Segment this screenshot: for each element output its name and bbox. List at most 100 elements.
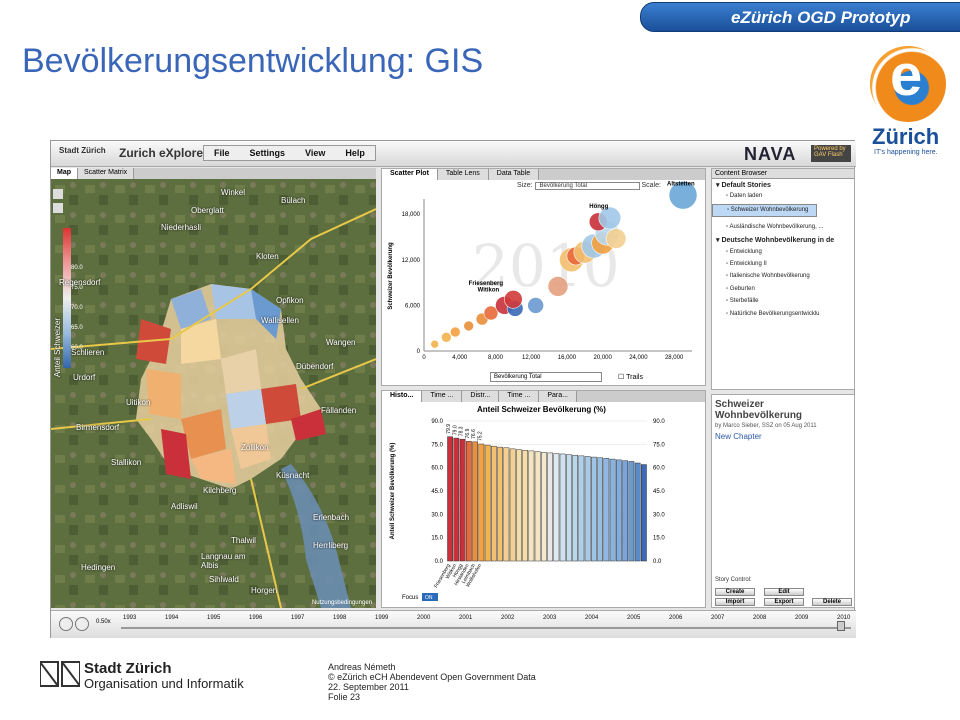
y-tick-label: 30.0: [431, 512, 443, 518]
y-tick-label: 45.0: [431, 489, 443, 495]
timeline-year[interactable]: 2004: [585, 615, 598, 621]
trails-label: Trails: [626, 374, 643, 381]
timeline-year[interactable]: 2003: [543, 615, 556, 621]
histogram-bar: [578, 455, 585, 562]
forward-icon[interactable]: [75, 617, 89, 631]
story-item[interactable]: ▾ Default Stories: [712, 179, 854, 191]
district-shape[interactable]: [226, 389, 266, 429]
map-label: Oberglatt: [191, 206, 224, 215]
y-tick-label: 60.0: [431, 466, 443, 472]
tab-data-table[interactable]: Data Table: [488, 169, 540, 180]
district-shape[interactable]: [146, 369, 181, 419]
timeline-year[interactable]: 1996: [249, 615, 262, 621]
x-axis-select[interactable]: Bevölkerung Total: [490, 372, 602, 382]
histogram-bar: [616, 459, 622, 562]
title-banner: eZürich OGD Prototyp: [640, 2, 960, 32]
menu-view[interactable]: View: [295, 146, 335, 160]
histogram-bar: [472, 441, 478, 562]
timeline-track[interactable]: [121, 627, 851, 629]
bar-value-label: 76.9: [465, 428, 471, 438]
story-item[interactable]: ▫ Schweizer Wohnbevölkerung: [712, 204, 817, 217]
nava-logo: NAVA: [744, 144, 797, 164]
delete-button[interactable]: Delete: [812, 598, 852, 606]
story-control-label: Story Control:: [715, 577, 752, 583]
story-item[interactable]: ▫ Daten laden: [712, 191, 854, 203]
timeline-year[interactable]: 1995: [207, 615, 220, 621]
tab-histogram[interactable]: Histo...: [382, 391, 423, 402]
story-item[interactable]: ▫ Geburten: [712, 284, 854, 296]
scatter-panel: Scatter Plot Table Lens Data Table Size:…: [381, 168, 706, 386]
scatter-chart[interactable]: 201006,00012,00018,0000 4,000 8,000 12,000 1…: [382, 181, 707, 371]
map-label: Regensdorf: [59, 278, 101, 287]
map-zoom-out-icon[interactable]: [53, 203, 63, 213]
map-zoom-in-icon[interactable]: [53, 189, 63, 199]
map-label: Adliswil: [171, 502, 198, 511]
timeline-year[interactable]: 1993: [123, 615, 136, 621]
y-tick-label: 75.0: [653, 442, 665, 448]
timeline-year[interactable]: 2007: [711, 615, 724, 621]
menu-settings[interactable]: Settings: [240, 146, 296, 160]
histogram-chart[interactable]: Anteil Schweizer Bevölkerung (%) 0.0 0.0 15…: [382, 409, 707, 609]
timeline-year[interactable]: 2001: [459, 615, 472, 621]
map-panel[interactable]: Map Scatter Matrix 80.0 75.0 70.0 65.0 6…: [51, 168, 376, 608]
tab-time-2[interactable]: Time ...: [499, 391, 540, 402]
story-item[interactable]: ▫ Natürliche Bevölkerungsentwicklu: [712, 309, 854, 321]
timeline-year[interactable]: 1994: [165, 615, 178, 621]
timeline-year[interactable]: 2006: [669, 615, 682, 621]
create-button[interactable]: Create: [715, 588, 755, 596]
map-tabs: Map Scatter Matrix: [51, 168, 376, 179]
timeline-year[interactable]: 2009: [795, 615, 808, 621]
story-item[interactable]: ▫ Entwicklung: [712, 247, 854, 259]
timeline-year[interactable]: 2002: [501, 615, 514, 621]
histogram-bar: [634, 462, 641, 562]
map-label: Dübendorf: [296, 362, 334, 371]
new-chapter-link[interactable]: New Chapter: [712, 431, 854, 442]
story-item[interactable]: ▫ Sterbefälle: [712, 296, 854, 308]
menu-file[interactable]: File: [204, 146, 240, 160]
map-label: Wangen: [326, 338, 356, 347]
histogram-bar: [466, 441, 472, 562]
speed-value[interactable]: 0.50x: [96, 619, 111, 625]
tab-time-1[interactable]: Time ...: [422, 391, 463, 402]
map-label: Thalwil: [231, 536, 256, 545]
app-menubar: Stadt Zürich Zurich eXplorer File Settin…: [51, 141, 856, 167]
logo-name: Zürich: [872, 124, 940, 149]
histogram-bar: [591, 456, 597, 562]
export-button[interactable]: Export: [764, 598, 804, 606]
timeline-slider-handle[interactable]: [837, 621, 845, 631]
bar-value-label: 78.3: [459, 426, 465, 436]
tab-scatter-plot[interactable]: Scatter Plot: [382, 169, 438, 180]
tab-parallel[interactable]: Para...: [539, 391, 577, 402]
edit-button[interactable]: Edit: [764, 588, 804, 596]
timeline-year[interactable]: 2005: [627, 615, 640, 621]
tab-map[interactable]: Map: [51, 168, 78, 179]
tab-distribution[interactable]: Distr...: [462, 391, 500, 402]
histogram-bar: [447, 436, 453, 562]
story-item[interactable]: ▫ Ausländische Wohnbevölkerung, ...: [712, 222, 854, 234]
timeline-year[interactable]: 1997: [291, 615, 304, 621]
story-item[interactable]: ▫ Italienische Wohnbevölkerung: [712, 271, 854, 283]
tab-scatter-matrix[interactable]: Scatter Matrix: [78, 168, 135, 179]
play-icon[interactable]: [59, 617, 73, 631]
timeline-year[interactable]: 2008: [753, 615, 766, 621]
annotation-label: Altstetten: [667, 181, 695, 187]
focus-label: Focus: [402, 595, 418, 601]
map-label: Niederhasli: [161, 223, 202, 232]
timeline-bar[interactable]: 0.50x 1993 1994 1995 1996 1997 1998 1999 2000 20…: [51, 610, 856, 638]
map-label: Hedingen: [81, 563, 116, 572]
timeline-year[interactable]: 1998: [333, 615, 346, 621]
org-unit: Organisation und Informatik: [84, 676, 244, 691]
scatter-point: [430, 339, 440, 349]
histogram-bar: [541, 452, 547, 562]
timeline-year[interactable]: 1999: [375, 615, 388, 621]
timeline-year[interactable]: 2000: [417, 615, 430, 621]
histogram-panel: Histo... Time ... Distr... Time ... Para…: [381, 390, 706, 608]
tab-table-lens[interactable]: Table Lens: [437, 169, 489, 180]
map-attribution[interactable]: Nutzungsbedingungen: [312, 600, 372, 606]
story-item[interactable]: ▾ Deutsche Wohnbevölkerung in de: [712, 234, 854, 246]
import-button[interactable]: Import: [715, 598, 755, 606]
menu-help[interactable]: Help: [335, 146, 375, 160]
story-item[interactable]: ▫ Entwicklung II: [712, 259, 854, 271]
trails-toggle[interactable]: ☐ Trails: [618, 373, 643, 381]
histogram-bar: [534, 451, 541, 562]
